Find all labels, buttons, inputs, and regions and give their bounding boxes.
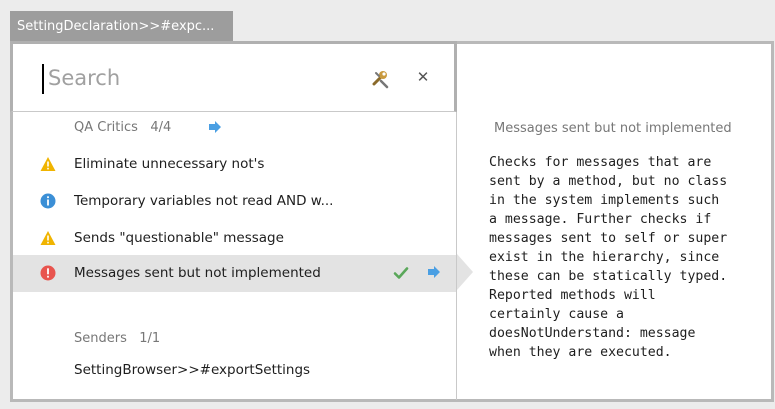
detail-title: Messages sent but not implemented [494, 121, 732, 136]
text-caret [42, 64, 44, 94]
error-icon [40, 265, 56, 281]
search-bar: ✕ [10, 41, 457, 112]
list-item-label: Sends "questionable" message [74, 230, 284, 246]
list-item[interactable]: SettingBrowser>>#exportSettings [13, 352, 457, 389]
detail-description: Checks for messages that are sent by a m… [489, 155, 728, 360]
group-title: Senders 1/1 [74, 331, 161, 346]
window-title: SettingDeclaration>>#expc... [17, 19, 215, 34]
results-list: QA Critics 4/4 Eliminate unnecessary not… [10, 112, 457, 400]
list-item[interactable]: Sends "questionable" message [13, 220, 457, 257]
warning-icon [40, 231, 56, 245]
group-title: QA Critics 4/4 [74, 120, 172, 135]
group-header-qa-critics[interactable]: QA Critics 4/4 [10, 112, 457, 146]
list-item-label: SettingBrowser>>#exportSettings [74, 362, 311, 378]
list-item[interactable]: Eliminate unnecessary not's [13, 146, 457, 183]
list-item[interactable]: Temporary variables not read AND w... [13, 183, 457, 220]
list-item-label: Messages sent but not implemented [74, 265, 321, 281]
info-icon [40, 193, 56, 209]
close-icon[interactable]: ✕ [415, 67, 431, 87]
list-item-selected[interactable]: Messages sent but not implemented [13, 255, 457, 292]
arrow-right-icon[interactable] [427, 265, 441, 279]
arrow-right-icon[interactable] [208, 120, 222, 134]
checkmark-icon[interactable] [393, 265, 409, 281]
selection-pointer [457, 254, 473, 290]
wrench-icon[interactable] [371, 69, 391, 89]
window-title-tab: SettingDeclaration>>#expc... [10, 11, 233, 42]
list-item-label: Eliminate unnecessary not's [74, 156, 265, 172]
search-input[interactable] [48, 60, 298, 96]
list-item-label: Temporary variables not read AND w... [74, 193, 334, 209]
warning-icon [40, 157, 56, 171]
